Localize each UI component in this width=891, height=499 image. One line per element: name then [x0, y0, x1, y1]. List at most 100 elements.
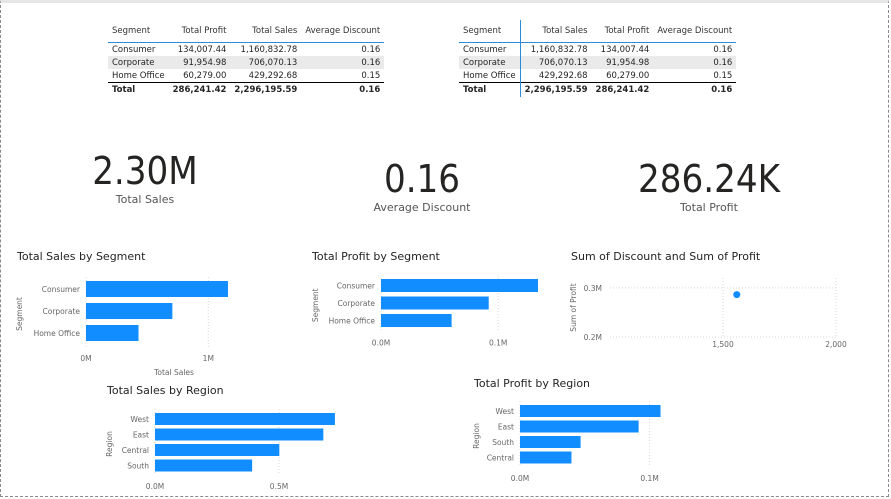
profit-by-segment-chart[interactable]: 0.0M 0.1M Consumer Corporate Home Office Segm… — [300, 270, 550, 350]
column-header[interactable]: Total Sales — [230, 20, 301, 43]
table-cell: Home Office — [459, 69, 521, 83]
table-cell: 134,007.44 — [177, 44, 227, 55]
total-row: Total 2,296,195.59 286,241.42 0.16 — [459, 82, 737, 97]
table-cell: 91,954.98 — [168, 56, 231, 69]
table-cell: 1,160,832.78 — [240, 44, 298, 55]
chart-title: Total Profit by Region — [474, 377, 591, 390]
y-tick-label: 0.2M — [584, 333, 602, 342]
column-header[interactable]: Segment — [108, 20, 169, 43]
y-tick-label: West — [496, 407, 514, 416]
chart-plot-group: 0.0M 0.5M West East Central South Region — [105, 409, 335, 491]
table-row[interactable]: Home Office 60,279.00 429,292.68 0.15 — [108, 69, 384, 83]
table-cell: Home Office — [112, 70, 165, 81]
chart-title: Total Sales by Segment — [17, 250, 146, 263]
y-tick-label: Corporate — [338, 299, 376, 308]
table-cell: 60,279.00 — [606, 70, 650, 81]
table-cell: 60,279.00 — [183, 70, 227, 81]
x-tick-label: 0.0M — [511, 474, 529, 483]
y-axis-title: Region — [105, 431, 114, 457]
x-tick-label: 2,000 — [825, 340, 847, 349]
table-cell: 0.15 — [713, 70, 733, 81]
discount-profit-scatter-chart[interactable]: 0.3M 0.2M 1,500 2,000 Sum of Profit — [560, 270, 860, 355]
table-cell: 0.16 — [653, 56, 737, 69]
chart-title: Total Profit by Segment — [312, 250, 440, 263]
average-discount-card[interactable]: 0.16 Average Discount — [322, 159, 522, 214]
table-cell: 706,070.13 — [230, 56, 302, 69]
segment-sales-profit-table[interactable]: Segment Total Sales Total Profit Average Di… — [459, 20, 737, 97]
column-header[interactable]: Total Profit — [169, 20, 231, 43]
total-cell: 2,296,195.59 — [520, 82, 592, 97]
x-tick-label: 1M — [203, 354, 214, 363]
profit-by-region-chart[interactable]: 0.0M 0.1M West East South Central Region — [460, 395, 700, 490]
x-tick-label: 0.1M — [489, 339, 507, 348]
table-cell: 706,070.13 — [520, 56, 592, 69]
data-point — [733, 291, 741, 299]
table-cell: 0.16 — [361, 44, 381, 55]
y-tick-label: Consumer — [42, 285, 81, 294]
x-axis-title: Total Sales — [153, 368, 194, 377]
bar — [155, 413, 335, 425]
x-tick-label: 0.0M — [372, 339, 390, 348]
x-tick-label: 0.1M — [640, 474, 658, 483]
total-cell: 0.16 — [653, 82, 737, 97]
y-tick-label: Home Office — [329, 317, 376, 326]
y-tick-label: Corporate — [43, 307, 81, 316]
table-cell: Corporate — [108, 56, 169, 69]
table-cell: 1,160,832.78 — [530, 44, 588, 55]
bar — [381, 279, 538, 292]
total-cell: 0.16 — [301, 82, 385, 97]
bar — [155, 459, 253, 472]
x-tick-label: 0.5M — [270, 482, 288, 491]
y-tick-label: East — [133, 431, 149, 440]
x-tick-label: 0M — [80, 354, 91, 363]
bar — [520, 436, 581, 448]
y-tick-label: Consumer — [337, 282, 376, 291]
card-label: Total Sales — [115, 193, 175, 206]
table-cell: 429,292.68 — [248, 70, 298, 81]
sales-by-segment-chart[interactable]: 0M 1M Consumer Corporate Home Office Segment T… — [0, 270, 240, 380]
table-row[interactable]: Home Office 429,292.68 60,279.00 0.15 — [459, 69, 736, 83]
table-row[interactable]: Corporate 91,954.98 706,070.13 0.16 — [108, 56, 385, 69]
table-cell: Consumer — [112, 44, 156, 55]
y-tick-label: East — [498, 423, 514, 432]
bar — [86, 303, 173, 319]
table-row[interactable]: Consumer 1,160,832.78 134,007.44 0.16 — [459, 42, 736, 56]
sales-by-region-chart[interactable]: 0.0M 0.5M West East Central South Region — [95, 400, 355, 495]
y-axis-title: Segment — [15, 297, 24, 331]
card-value: 286.24K — [638, 157, 780, 201]
y-tick-label: Central — [487, 454, 514, 463]
card-value: 2.30M — [92, 149, 198, 193]
table-row[interactable]: Corporate 706,070.13 91,954.98 0.16 — [459, 56, 737, 69]
table-cell: 0.15 — [361, 70, 381, 81]
y-tick-label: South — [127, 462, 149, 471]
column-header[interactable]: Total Sales — [520, 20, 591, 43]
x-tick-label: 1,500 — [712, 340, 734, 349]
card-value: 0.16 — [383, 157, 461, 201]
bar — [381, 296, 489, 310]
chart-plot-group: 0.0M 0.1M Consumer Corporate Home Office Segm… — [311, 275, 538, 348]
column-header[interactable]: Average Discount — [301, 20, 384, 43]
bar — [520, 420, 639, 433]
total-cell: Total — [108, 82, 169, 97]
chart-title: Total Sales by Region — [107, 384, 224, 397]
total-sales-card[interactable]: 2.30M Total Sales — [45, 151, 245, 206]
column-header[interactable]: Total Profit — [592, 20, 654, 43]
y-axis-title: Sum of Profit — [569, 283, 578, 331]
y-tick-label: West — [131, 415, 149, 424]
bar — [520, 405, 661, 417]
card-label: Total Profit — [680, 201, 738, 214]
bar — [86, 281, 228, 297]
column-header[interactable]: Segment — [459, 20, 521, 43]
card-label: Average Discount — [373, 201, 471, 214]
segment-profit-sales-table[interactable]: Segment Total Profit Total Sales Average Di… — [108, 20, 385, 97]
table-cell: Corporate — [459, 56, 521, 69]
total-profit-card[interactable]: 286.24K Total Profit — [609, 159, 809, 214]
total-cell: 286,241.42 — [591, 82, 654, 97]
table-cell: 134,007.44 — [600, 44, 650, 55]
y-tick-label: Home Office — [34, 329, 81, 338]
column-header[interactable]: Average Discount — [653, 20, 736, 43]
table-row[interactable]: Consumer 134,007.44 1,160,832.78 0.16 — [108, 43, 384, 57]
bar — [86, 325, 139, 341]
table-cell: 429,292.68 — [538, 70, 588, 81]
y-axis-title: Region — [472, 423, 481, 449]
